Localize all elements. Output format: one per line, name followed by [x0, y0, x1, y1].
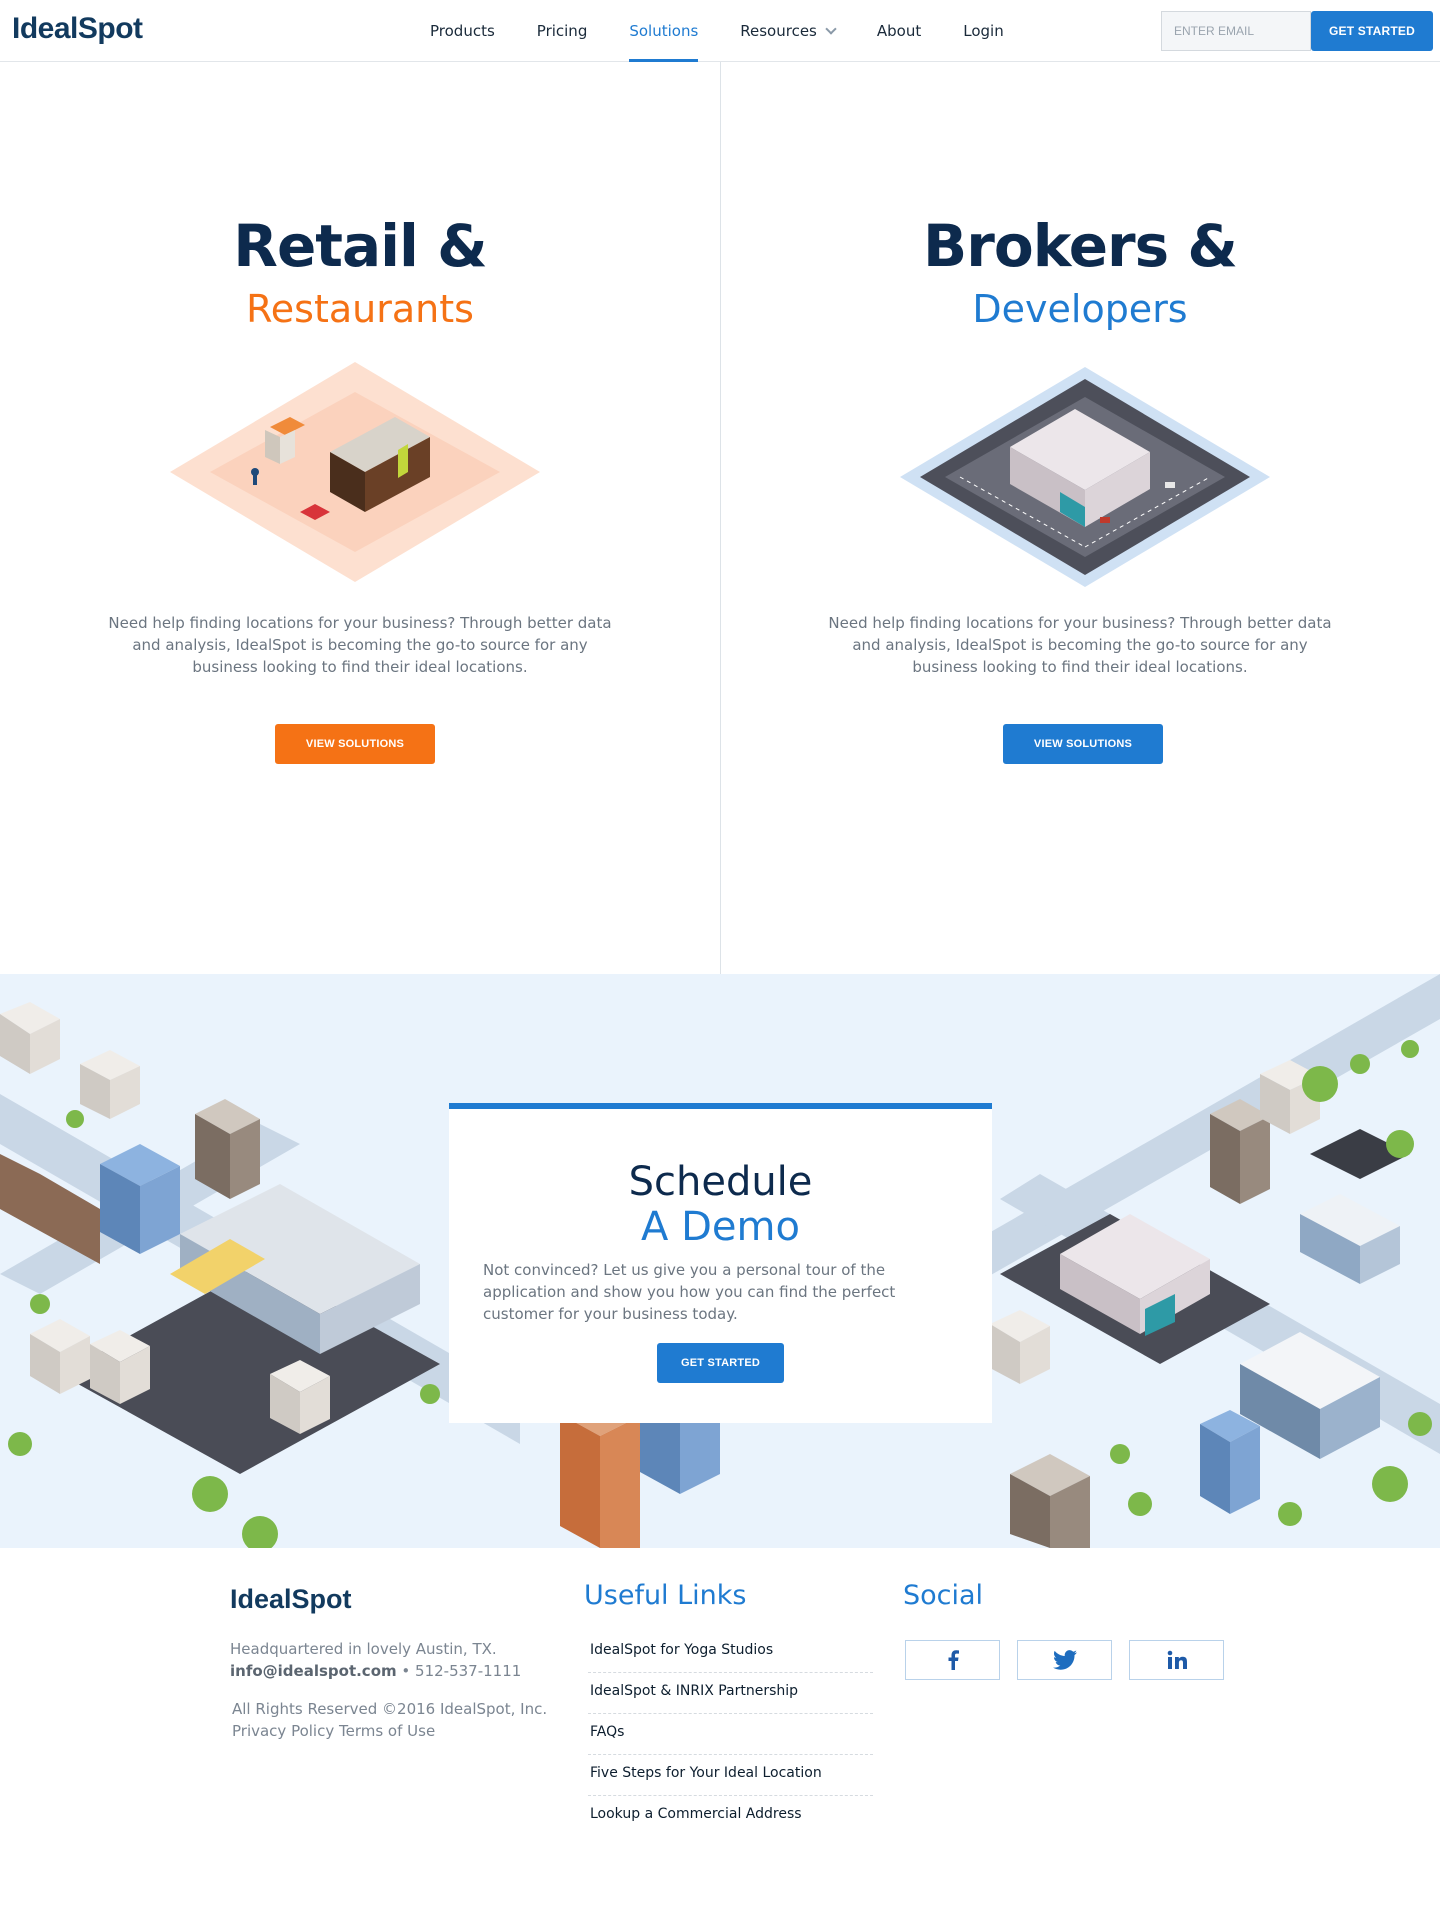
retail-description: Need help finding locations for your bus… [108, 614, 612, 676]
footer-logo[interactable]: IdealSpot [230, 1584, 352, 1615]
twitter-icon [1052, 1650, 1077, 1670]
nav-login[interactable]: Login [963, 0, 1003, 62]
nav-about[interactable]: About [877, 0, 921, 62]
demo-text: Not convinced? Let us give you a persona… [483, 1261, 896, 1323]
brokers-title: Brokers & [923, 212, 1238, 280]
retail-view-solutions-button[interactable]: VIEW SOLUTIONS [275, 724, 435, 764]
linkedin-icon [1167, 1650, 1187, 1669]
nav-products[interactable]: Products [430, 0, 495, 62]
footer-rights: All Rights Reserved ©2016 IdealSpot, Inc… [232, 1700, 548, 1718]
useful-links-list: IdealSpot for Yoga Studios IdealSpot & I… [588, 1632, 873, 1837]
chevron-down-icon [825, 23, 837, 35]
linkedin-button[interactable] [1129, 1640, 1224, 1680]
footer-policy[interactable]: Privacy Policy Terms of Use [232, 1720, 435, 1742]
link-faqs[interactable]: FAQs [588, 1714, 873, 1755]
brokers-description: Need help finding locations for your bus… [828, 614, 1332, 676]
retail-title: Retail & [233, 212, 487, 280]
nav-resources-label: Resources [740, 22, 817, 40]
facebook-icon [948, 1650, 959, 1670]
get-started-button[interactable]: GET STARTED [1311, 11, 1433, 51]
retail-illustration [170, 362, 540, 582]
brokers-column: Brokers & Developers Need help finding l… [720, 62, 1440, 974]
social-title: Social [903, 1580, 984, 1611]
logo-text: IdealSpot [12, 12, 143, 45]
demo-subtitle: A Demo [641, 1204, 800, 1250]
link-five-steps[interactable]: Five Steps for Your Ideal Location [588, 1755, 873, 1796]
link-lookup-address[interactable]: Lookup a Commercial Address [588, 1796, 873, 1837]
email-input[interactable] [1161, 11, 1311, 51]
demo-card: Schedule A Demo Not convinced? Let us gi… [449, 1103, 992, 1423]
nav-pricing[interactable]: Pricing [537, 0, 588, 62]
demo-get-started-button[interactable]: GET STARTED [657, 1343, 784, 1383]
top-nav: IdealSpot Products Pricing Solutions Res… [0, 0, 1440, 62]
nav-resources[interactable]: Resources [740, 0, 837, 62]
nav-links: Products Pricing Solutions Resources Abo… [430, 0, 1046, 62]
retail-subtitle: Restaurants [246, 287, 474, 331]
footer: IdealSpot Headquartered in lovely Austin… [0, 1548, 1440, 1916]
footer-email[interactable]: info@idealspot.com [230, 1662, 397, 1680]
link-inrix[interactable]: IdealSpot & INRIX Partnership [588, 1673, 873, 1714]
brokers-subtitle: Developers [972, 287, 1188, 331]
footer-phone: • 512-537-1111 [401, 1662, 522, 1680]
retail-column: Retail & Restaurants Need help finding l… [0, 62, 720, 974]
link-yoga[interactable]: IdealSpot for Yoga Studios [588, 1632, 873, 1673]
footer-contact: info@idealspot.com • 512-537-1111 [230, 1660, 521, 1682]
useful-links-title: Useful Links [584, 1580, 747, 1611]
footer-hq: Headquartered in lovely Austin, TX. [230, 1640, 497, 1658]
logo[interactable]: IdealSpot [12, 12, 143, 46]
brokers-view-solutions-button[interactable]: VIEW SOLUTIONS [1003, 724, 1163, 764]
twitter-button[interactable] [1017, 1640, 1112, 1680]
facebook-button[interactable] [905, 1640, 1000, 1680]
column-divider [720, 62, 721, 974]
demo-title: Schedule [628, 1159, 813, 1205]
nav-solutions[interactable]: Solutions [629, 0, 698, 62]
brokers-illustration [900, 367, 1270, 587]
